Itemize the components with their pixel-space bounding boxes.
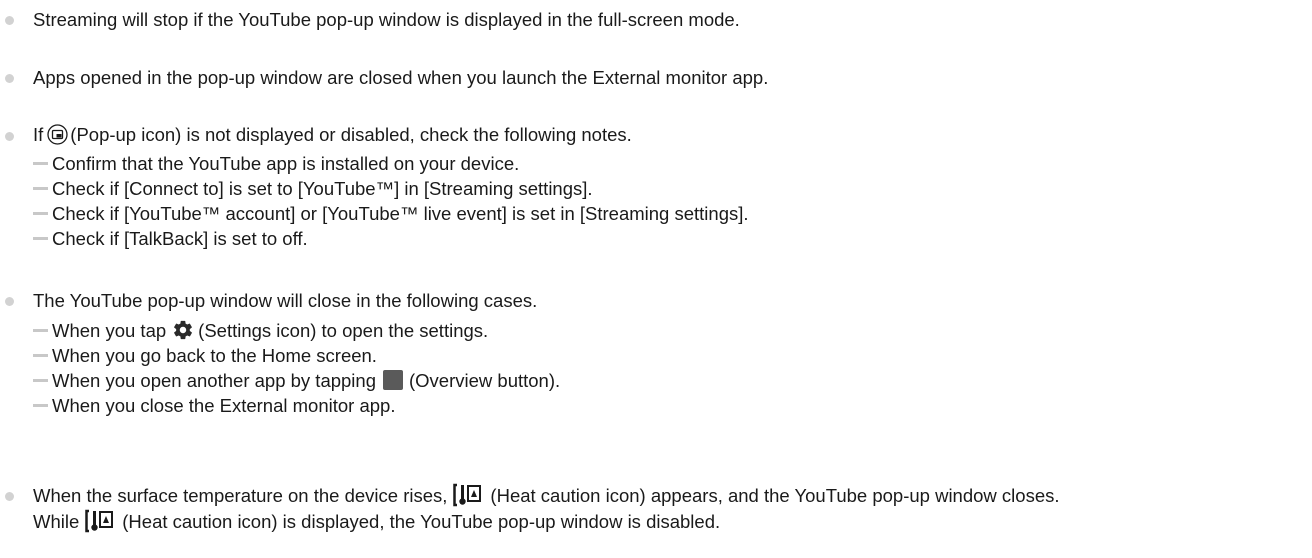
sub-text-pre: When you tap bbox=[52, 320, 167, 341]
dash-marker bbox=[33, 211, 48, 215]
note-text: If (Pop-up icon) is not displayed or disa… bbox=[33, 123, 632, 147]
sub-text-post: (Overview button). bbox=[409, 370, 561, 391]
bullet-dot bbox=[5, 297, 14, 306]
bullet-dot bbox=[5, 492, 14, 501]
dash-marker bbox=[33, 161, 48, 165]
sub-text: Check if [YouTube™ account] or [YouTube™… bbox=[52, 203, 749, 224]
settings-gear-icon bbox=[174, 320, 193, 340]
note-text-post: (Heat caution icon) appears, and the You… bbox=[490, 485, 1060, 506]
note-text-pre: If bbox=[33, 124, 44, 145]
heat-caution-icon bbox=[85, 509, 114, 533]
note-text: The YouTube pop-up window will close in … bbox=[33, 290, 538, 311]
note-text-line: While (Heat caution icon) is displayed, t… bbox=[33, 509, 721, 535]
dash-marker bbox=[33, 353, 48, 357]
note-text-line: When the surface temperature on the devi… bbox=[33, 483, 1060, 509]
sub-item: When you tap (Settings icon) to open the … bbox=[33, 320, 488, 343]
note-text-post: (Heat caution icon) is displayed, the Yo… bbox=[122, 511, 721, 532]
note-text: Streaming will stop if the YouTube pop-u… bbox=[33, 9, 740, 30]
dash-marker bbox=[33, 328, 48, 332]
note-text-pre: When the surface temperature on the devi… bbox=[33, 485, 448, 506]
note-text-post: (Pop-up icon) is not displayed or disabl… bbox=[70, 124, 632, 145]
note-text-pre: While bbox=[33, 511, 80, 532]
sub-item: When you close the External monitor app. bbox=[33, 395, 395, 417]
sub-text: When you close the External monitor app. bbox=[52, 395, 396, 416]
sub-item: Check if [YouTube™ account] or [YouTube™… bbox=[33, 203, 749, 225]
sub-text-pre: When you open another app by tapping bbox=[52, 370, 376, 391]
dash-marker bbox=[33, 378, 48, 382]
heat-caution-icon bbox=[453, 483, 482, 507]
bullet-dot bbox=[5, 132, 14, 141]
sub-text: Check if [TalkBack] is set to off. bbox=[52, 228, 308, 249]
bullet-dot bbox=[5, 74, 14, 83]
sub-item: Check if [Connect to] is set to [YouTube… bbox=[33, 178, 593, 200]
overview-button-icon bbox=[383, 370, 403, 391]
sub-item: When you open another app by tapping (Ove… bbox=[33, 370, 560, 392]
sub-text: Confirm that the YouTube app is installe… bbox=[52, 153, 520, 174]
sub-text: Check if [Connect to] is set to [YouTube… bbox=[52, 178, 593, 199]
dash-marker bbox=[33, 236, 48, 240]
sub-text-post: (Settings icon) to open the settings. bbox=[198, 320, 489, 341]
sub-item: Confirm that the YouTube app is installe… bbox=[33, 153, 519, 175]
dash-marker bbox=[33, 186, 48, 190]
note-text: Apps opened in the pop-up window are clo… bbox=[33, 67, 769, 88]
dash-marker bbox=[33, 403, 48, 407]
sub-item: Check if [TalkBack] is set to off. bbox=[33, 228, 308, 250]
sub-text: When you go back to the Home screen. bbox=[52, 345, 377, 366]
bullet-dot bbox=[5, 16, 14, 25]
popup-icon bbox=[47, 123, 68, 145]
sub-item: When you go back to the Home screen. bbox=[33, 345, 377, 367]
